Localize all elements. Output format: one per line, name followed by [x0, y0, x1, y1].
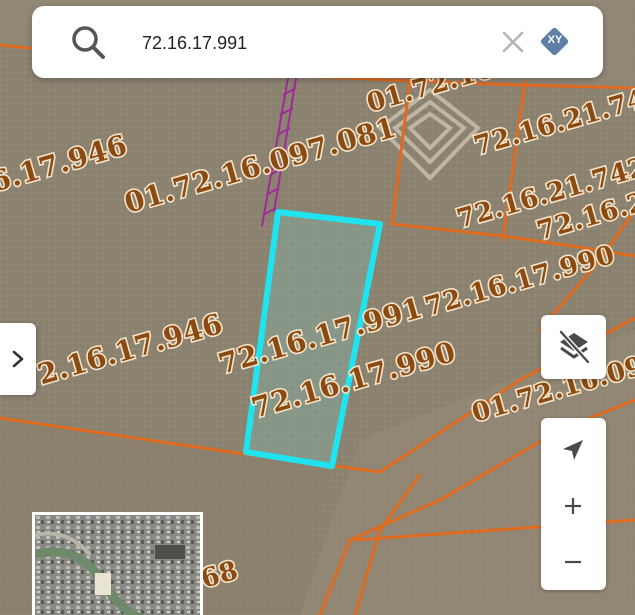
satellite-minimap	[35, 515, 200, 615]
search-icon[interactable]	[70, 24, 108, 62]
locate-button[interactable]	[541, 422, 606, 478]
search-input[interactable]	[140, 24, 494, 62]
expand-panel-button[interactable]	[0, 323, 36, 395]
location-arrow-icon	[563, 440, 583, 460]
layers-toggle-button[interactable]	[541, 315, 606, 379]
zoom-out-button[interactable]	[541, 534, 606, 590]
chevron-right-icon	[12, 350, 24, 368]
xy-coordinates-button[interactable]: XY	[539, 26, 570, 57]
search-bar: XY	[32, 6, 603, 78]
xy-label: XY	[547, 34, 563, 46]
map-nav-controls	[541, 418, 606, 590]
plus-icon	[565, 498, 581, 514]
close-icon[interactable]	[501, 30, 525, 54]
minus-icon	[565, 560, 581, 564]
zoom-in-button[interactable]	[541, 478, 606, 534]
overview-minimap[interactable]	[32, 512, 203, 615]
map-view[interactable]: 01.72.16.097.081 6.17.946 01.72.16.1 72.…	[0, 0, 635, 615]
layers-off-icon	[559, 330, 590, 364]
